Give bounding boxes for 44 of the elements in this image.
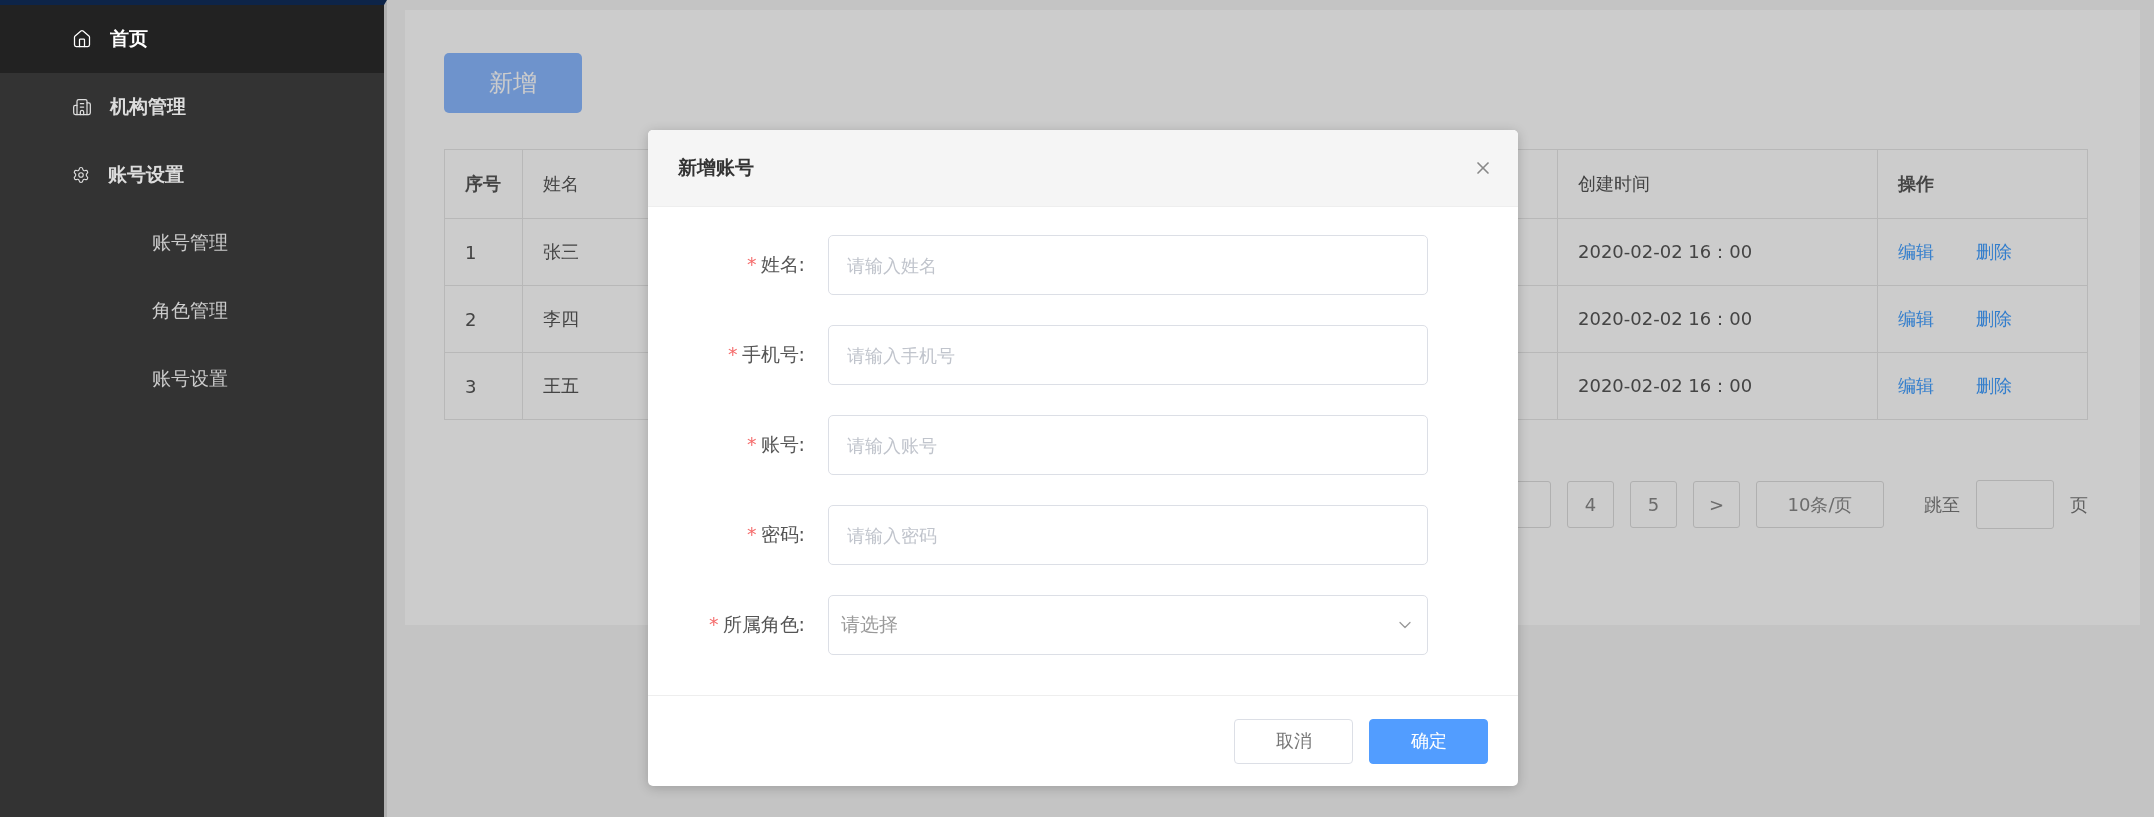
delete-link[interactable]: 删除 bbox=[1976, 375, 2012, 396]
delete-link[interactable]: 删除 bbox=[1976, 241, 2012, 262]
table-cell: 2020-02-02 16：00 bbox=[1557, 352, 1878, 420]
edit-link[interactable]: 编辑 bbox=[1898, 308, 1934, 329]
column-header: 创建时间 bbox=[1557, 149, 1878, 219]
page-suffix: 页 bbox=[2070, 492, 2088, 517]
sidebar-subitem[interactable]: 账号管理 bbox=[0, 209, 384, 277]
input-field[interactable]: 请输入手机号 bbox=[828, 325, 1428, 385]
field-label: * 所属角色: bbox=[708, 612, 805, 637]
column-header: 序号 bbox=[444, 149, 523, 219]
delete-link[interactable]: 删除 bbox=[1976, 308, 2012, 329]
table-cell: 2020-02-02 16：00 bbox=[1557, 218, 1878, 286]
input-field[interactable]: 请输入姓名 bbox=[828, 235, 1428, 295]
settings-icon bbox=[72, 166, 90, 184]
table-cell: 2 bbox=[444, 285, 523, 353]
table-cell: 1 bbox=[444, 218, 523, 286]
select-field[interactable]: 请选择 bbox=[828, 595, 1428, 655]
table-cell: 3 bbox=[444, 352, 523, 420]
sidebar-item[interactable]: 账号设置 bbox=[0, 141, 384, 209]
field-label: * 姓名: bbox=[746, 252, 805, 277]
next-page-button[interactable]: > bbox=[1693, 481, 1740, 528]
edit-link[interactable]: 编辑 bbox=[1898, 241, 1934, 262]
input-field[interactable]: 请输入账号 bbox=[828, 415, 1428, 475]
sidebar-item[interactable]: 首页 bbox=[0, 5, 384, 73]
page-size-select[interactable]: 10条/页 bbox=[1756, 481, 1884, 528]
jump-label: 跳至 bbox=[1924, 492, 1960, 517]
sidebar-subitem[interactable]: 账号设置 bbox=[0, 345, 384, 413]
add-button[interactable]: 新增 bbox=[444, 53, 582, 113]
building-icon bbox=[72, 97, 92, 117]
jump-input[interactable] bbox=[1976, 480, 2054, 529]
page-button[interactable]: 4 bbox=[1567, 481, 1614, 528]
field-label: * 密码: bbox=[746, 522, 805, 547]
edit-link[interactable]: 编辑 bbox=[1898, 375, 1934, 396]
input-field[interactable]: 请输入密码 bbox=[828, 505, 1428, 565]
dialog-title: 新增账号 bbox=[678, 155, 754, 180]
confirm-button[interactable]: 确定 bbox=[1369, 718, 1488, 764]
column-header: 操作 bbox=[1877, 149, 2088, 219]
page-button[interactable]: 5 bbox=[1630, 481, 1677, 528]
field-label: * 账号: bbox=[746, 432, 805, 457]
table-cell: 2020-02-02 16：00 bbox=[1557, 285, 1878, 353]
sidebar-subitem[interactable]: 角色管理 bbox=[0, 277, 384, 345]
home-icon bbox=[72, 29, 92, 49]
sidebar-item[interactable]: 机构管理 bbox=[0, 73, 384, 141]
cancel-button[interactable]: 取消 bbox=[1234, 718, 1353, 764]
